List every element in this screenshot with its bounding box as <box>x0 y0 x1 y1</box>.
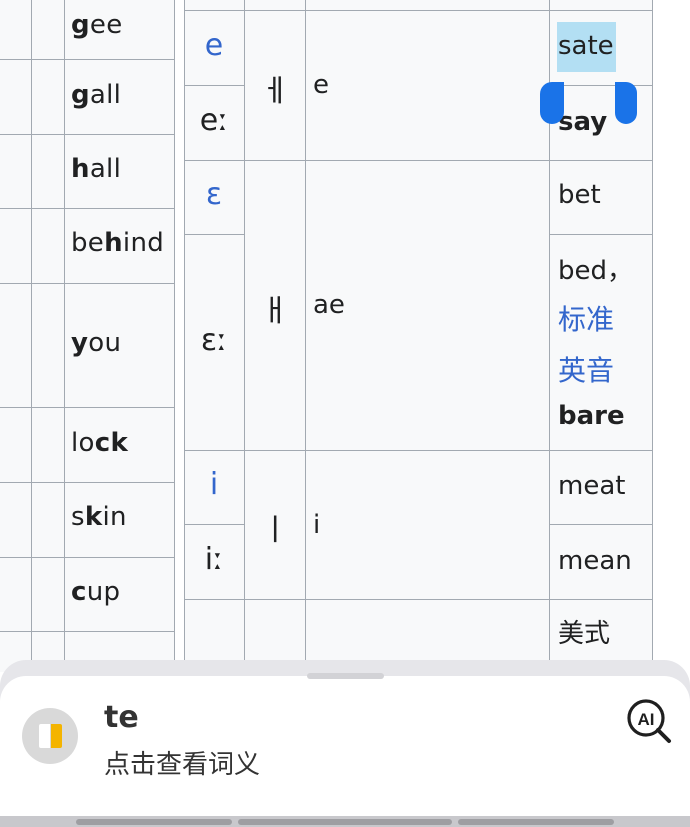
selection-end-handle[interactable] <box>615 82 637 124</box>
romanization: ae <box>313 290 345 320</box>
ipa-link[interactable]: e <box>184 28 244 63</box>
book-icon[interactable] <box>22 708 78 764</box>
ai-search-icon[interactable]: AI <box>625 697 673 745</box>
example-word[interactable]: behind <box>71 228 164 258</box>
example-word[interactable]: bare <box>558 401 625 431</box>
example-word[interactable]: lock <box>71 428 128 458</box>
ipa-link[interactable]: i <box>184 467 244 502</box>
example-word[interactable]: bet <box>558 180 601 210</box>
lookup-word[interactable]: te <box>104 700 139 735</box>
hangul-symbol: ㅔ <box>261 74 289 109</box>
ipa-symbol: iː <box>204 542 224 577</box>
romanization: e <box>313 70 329 100</box>
selection-start-handle[interactable] <box>540 82 564 124</box>
hangul-symbol: ㅐ <box>261 294 289 329</box>
ipa-link[interactable]: ɛ <box>184 177 244 212</box>
example-word[interactable]: meat <box>558 471 625 501</box>
ipa-symbol: ɛː <box>200 323 228 358</box>
ipa-symbol: eː <box>199 103 229 138</box>
standard-english-link[interactable]: 标准 <box>558 298 614 338</box>
example-word[interactable]: 美式 <box>558 613 610 650</box>
sheet-drag-handle[interactable] <box>307 673 384 679</box>
example-word[interactable]: cup <box>71 577 120 607</box>
example-word[interactable]: say <box>558 107 607 137</box>
example-word[interactable]: mean <box>558 546 632 576</box>
standard-english-link[interactable]: 英音 <box>558 349 614 389</box>
example-word[interactable]: you <box>71 328 121 358</box>
example-word[interactable]: hall <box>71 154 121 184</box>
system-nav-bar <box>0 816 690 827</box>
example-word[interactable]: gee <box>71 10 123 40</box>
example-word-selected[interactable]: sate <box>558 31 614 61</box>
example-word[interactable]: skin <box>71 502 127 532</box>
screen: gee gall hall behind you lock skin cup e… <box>0 0 690 827</box>
example-word[interactable]: gall <box>71 80 121 110</box>
svg-text:AI: AI <box>638 710 655 729</box>
hangul-symbol: ㅣ <box>261 513 289 548</box>
lookup-hint[interactable]: 点击查看词义 <box>104 744 260 781</box>
romanization: i <box>313 510 321 540</box>
example-word[interactable]: bed， <box>558 250 633 287</box>
